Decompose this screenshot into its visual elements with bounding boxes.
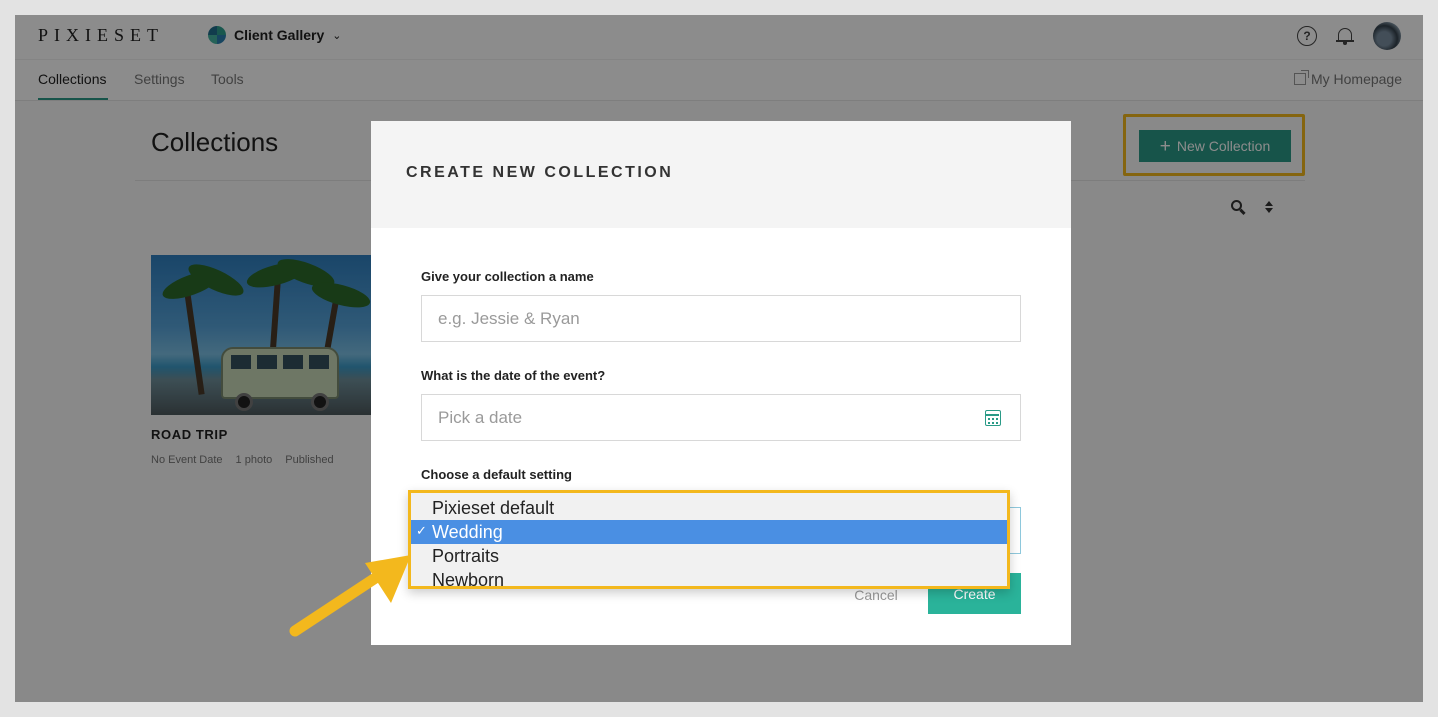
- option-label: Pixieset default: [432, 497, 555, 518]
- modal-header: CREATE NEW COLLECTION: [371, 121, 1071, 228]
- option-portraits[interactable]: Portraits: [411, 544, 1007, 568]
- option-label: Wedding: [432, 521, 503, 542]
- annotation-arrow-icon: [289, 555, 411, 637]
- option-wedding[interactable]: ✓ Wedding: [411, 520, 1007, 544]
- collection-name-field[interactable]: [421, 295, 1021, 342]
- event-date-field[interactable]: [421, 394, 1021, 441]
- option-pixieset-default[interactable]: Pixieset default: [411, 496, 1007, 520]
- app-window: PIXIESET Client Gallery ⌄ ? Collections …: [15, 15, 1423, 702]
- collection-name-label: Give your collection a name: [421, 269, 594, 284]
- calendar-icon[interactable]: [985, 410, 1001, 426]
- event-date-label: What is the date of the event?: [421, 368, 606, 383]
- modal-title: CREATE NEW COLLECTION: [406, 164, 674, 181]
- option-newborn[interactable]: Newborn: [411, 568, 1007, 592]
- default-setting-label: Choose a default setting: [421, 467, 572, 482]
- checkmark-icon: ✓: [416, 523, 427, 538]
- option-label: Portraits: [432, 545, 500, 566]
- default-setting-dropdown: Pixieset default ✓ Wedding Portraits Newb…: [408, 490, 1010, 592]
- collection-name-input[interactable]: [422, 296, 1020, 341]
- event-date-input[interactable]: [422, 395, 1020, 440]
- option-label: Newborn: [432, 569, 505, 590]
